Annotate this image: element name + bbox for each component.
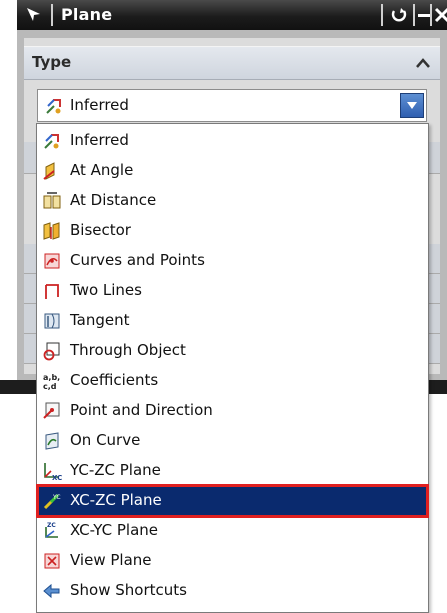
svg-text:XC: XC [52,474,62,481]
point-and-direction-icon [43,402,60,419]
at-angle-icon [43,162,55,180]
inferred-icon [46,99,61,114]
title-bar: Plane [17,0,447,30]
item-label: Coefficients [70,371,159,389]
item-label: Bisector [70,221,131,239]
list-item-xc-yc-plane[interactable]: ZC XC-YC Plane [38,516,427,546]
type-combo-box[interactable]: Inferred [37,89,427,122]
curves-and-points-icon [44,253,60,269]
svg-text:c,d: c,d [43,382,57,391]
list-item-two-lines[interactable]: Two Lines [38,276,427,306]
item-label: Inferred [70,131,129,149]
chevron-down-icon [407,102,417,109]
list-item-coefficients[interactable]: a,b, c,d Coefficients [38,366,427,396]
window-title: Plane [61,5,113,24]
list-item-point-and-direction[interactable]: Point and Direction [38,396,427,426]
title-separator [51,4,53,26]
list-item-through-object[interactable]: Through Object [38,336,427,366]
list-item-tangent[interactable]: Tangent [38,306,427,336]
collapse-caret-icon[interactable] [416,57,430,73]
view-plane-icon [44,553,60,569]
item-label: At Angle [70,161,134,179]
list-item-show-shortcuts[interactable]: Show Shortcuts [38,576,427,606]
item-label: On Curve [70,431,141,449]
list-item-at-angle[interactable]: At Angle [38,156,427,186]
item-label: XC-YC Plane [70,521,159,539]
svg-text:ZC: ZC [47,522,56,529]
list-item-inferred[interactable]: Inferred [38,126,427,156]
item-label: View Plane [70,551,152,569]
combo-dropdown-button[interactable] [400,93,424,118]
tangent-icon [44,313,60,329]
item-label: Curves and Points [70,251,205,269]
item-label: Tangent [70,311,130,329]
type-section-header[interactable]: Type [24,46,440,80]
close-button[interactable] [426,0,447,30]
type-dropdown-list[interactable]: Inferred At Angle At Distance Bisector C… [36,123,429,613]
item-label: XC-ZC Plane [70,491,162,509]
item-label: At Distance [70,191,157,209]
list-item-xc-zc-plane[interactable]: YC XC-ZC Plane [36,484,429,518]
combo-selected-label: Inferred [70,96,129,114]
list-item-bisector[interactable]: Bisector [38,216,427,246]
svg-text:a,b,: a,b, [43,373,60,382]
on-curve-icon [45,432,59,450]
svg-text:YC: YC [52,494,61,501]
xc-yc-plane-icon: ZC [45,522,58,538]
inferred-icon [44,134,59,149]
two-lines-icon [45,284,59,299]
item-label: Show Shortcuts [70,581,187,599]
list-item-yc-zc-plane[interactable]: XC YC-ZC Plane [38,456,427,486]
at-distance-icon [43,192,61,209]
item-label: Point and Direction [70,401,213,419]
through-object-icon [43,342,60,361]
list-item-curves-and-points[interactable]: Curves and Points [38,246,427,276]
item-label: Two Lines [70,281,142,299]
list-item-at-distance[interactable]: At Distance [38,186,427,216]
show-shortcuts-icon [43,583,60,599]
bisector-icon [43,222,60,240]
coefficients-icon: a,b, c,d [43,373,60,391]
item-label: YC-ZC Plane [70,461,161,479]
item-label: Through Object [70,341,186,359]
list-item-on-curve[interactable]: On Curve [38,426,427,456]
xc-zc-plane-icon: YC [43,493,61,510]
yc-zc-plane-icon: XC [44,463,62,481]
section-title: Type [32,53,72,71]
select-tool-icon[interactable] [17,0,51,30]
list-item-view-plane[interactable]: View Plane [38,546,427,576]
